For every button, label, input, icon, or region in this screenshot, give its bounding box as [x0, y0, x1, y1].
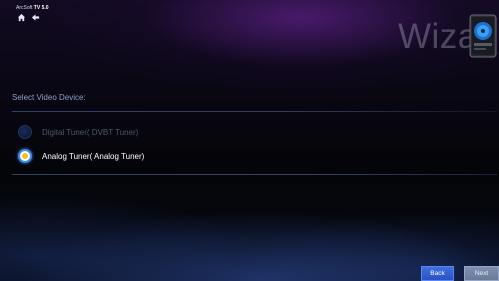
- wizard-heading: Wiza: [398, 17, 478, 56]
- home-icon: [17, 13, 25, 21]
- back-button[interactable]: Back: [421, 266, 454, 281]
- section-label: Select Video Device:: [12, 93, 86, 102]
- divider-top: [12, 111, 497, 112]
- option-label: Digital Tuner( DVBT Tuner): [42, 127, 139, 137]
- wizard-window: ArcSoft TV 5.0 Wiza Select Video Device:…: [0, 0, 499, 281]
- app-brand: ArcSoft: [16, 5, 33, 11]
- option-digital-tuner[interactable]: Digital Tuner( DVBT Tuner): [18, 124, 138, 140]
- home-button[interactable]: [16, 12, 26, 22]
- radio-digital-tuner[interactable]: [18, 125, 32, 139]
- back-nav-button[interactable]: [30, 12, 40, 22]
- radio-analog-tuner[interactable]: [18, 149, 32, 163]
- app-title: ArcSoft TV 5.0: [16, 5, 49, 11]
- back-arrow-icon: [31, 13, 39, 21]
- option-label: Analog Tuner( Analog Tuner): [42, 151, 145, 161]
- app-product: TV 5.0: [33, 5, 49, 11]
- next-button[interactable]: Next: [464, 266, 499, 281]
- disc-logo-icon: [469, 14, 497, 58]
- divider-bottom: [12, 174, 497, 175]
- option-analog-tuner[interactable]: Analog Tuner( Analog Tuner): [18, 148, 144, 164]
